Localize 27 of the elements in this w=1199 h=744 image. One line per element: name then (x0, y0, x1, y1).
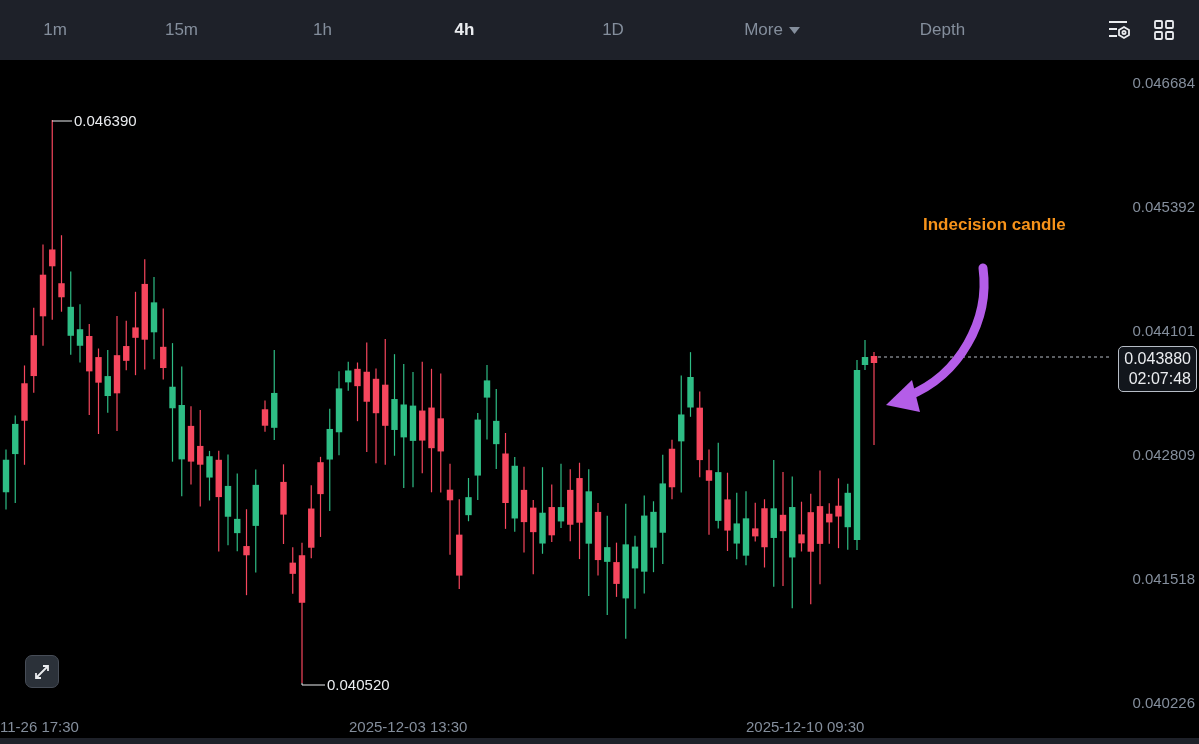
interval-tab[interactable]: 1h (313, 20, 332, 40)
interval-tab[interactable]: 4h (454, 20, 475, 40)
depth-tab[interactable]: Depth (919, 20, 966, 40)
leader-line (51, 120, 73, 122)
interval-tab[interactable]: 1m (43, 20, 67, 40)
price-axis-label: 0.046684 (1132, 75, 1195, 91)
time-axis-label: 2025-12-10 09:30 (746, 718, 865, 735)
fullscreen-button[interactable] (25, 655, 59, 688)
price-axis-label: 0.044101 (1132, 323, 1195, 339)
leader-line (301, 682, 326, 686)
interval-tab[interactable]: 1D (602, 20, 624, 40)
time-axis-label: 11-26 17:30 (0, 718, 79, 735)
interval-tab[interactable]: 15m (164, 20, 199, 40)
annotation-text: Indecision candle (923, 215, 1066, 235)
low-price-label: 0.040520 (327, 676, 390, 693)
more-dropdown[interactable]: More (744, 20, 783, 40)
grid-layout-icon[interactable] (1153, 19, 1175, 41)
price-axis-label: 0.040226 (1132, 695, 1195, 711)
chart-settings-icon[interactable] (1107, 19, 1131, 41)
time-axis-label: 2025-12-03 13:30 (349, 718, 468, 735)
caret-icon (788, 26, 800, 34)
high-price-label: 0.046390 (74, 112, 137, 129)
candle-countdown: 02:07:48 (1128, 369, 1191, 389)
price-axis-label: 0.042809 (1132, 447, 1195, 463)
current-price: 0.043880 (1124, 349, 1191, 369)
price-axis-label: 0.045392 (1132, 199, 1195, 215)
price-axis-label: 0.041518 (1132, 571, 1195, 587)
